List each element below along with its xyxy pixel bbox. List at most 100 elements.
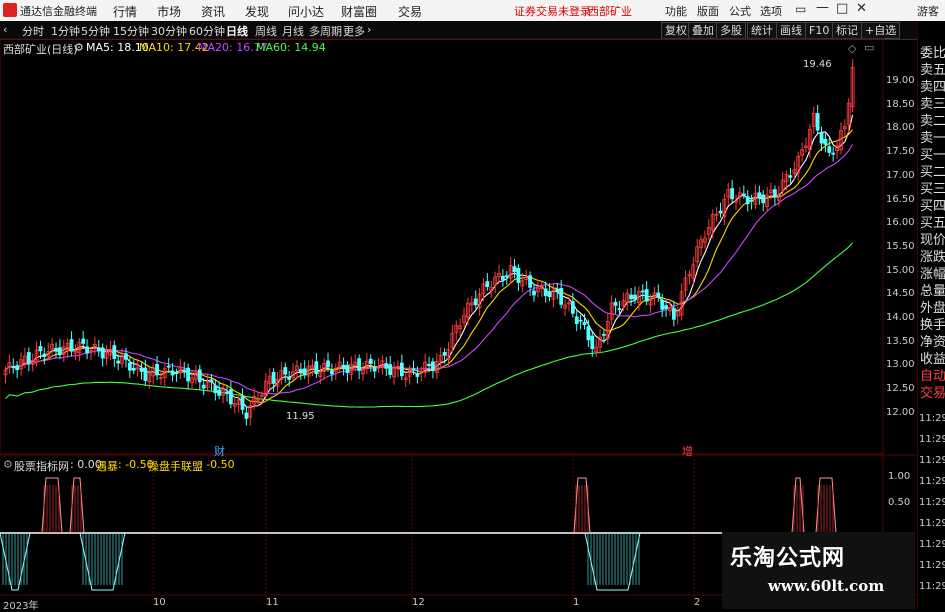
candle-body xyxy=(574,316,579,325)
candle-body xyxy=(578,319,583,322)
price-axis-label: 13.50 xyxy=(886,335,915,347)
candle-body xyxy=(384,363,389,369)
candle-body xyxy=(201,384,206,389)
candle-body xyxy=(788,175,793,178)
candle-body xyxy=(287,377,292,380)
x-label-1: 1 xyxy=(573,597,580,608)
candle-body xyxy=(757,192,762,198)
candle-body xyxy=(772,189,777,198)
osc-axis-1: 1.00 xyxy=(888,471,911,482)
candle-body xyxy=(116,360,121,364)
candle-body xyxy=(302,368,307,376)
candle-body xyxy=(570,301,575,314)
watermark-url: www.60lt.com xyxy=(768,577,885,595)
x-label-11: 11 xyxy=(266,597,279,608)
candle-body xyxy=(182,369,187,373)
osc-down-spike xyxy=(584,532,641,591)
candle-body xyxy=(228,389,233,405)
price-axis-label: 17.00 xyxy=(886,169,915,181)
candle-body xyxy=(640,290,645,293)
marker-zeng[interactable]: 增 xyxy=(682,443,693,459)
candle-body xyxy=(823,138,828,145)
candle-body xyxy=(174,372,179,375)
candle-body xyxy=(664,305,668,310)
candle-body xyxy=(314,361,319,375)
candle-body xyxy=(602,333,606,336)
candle-body xyxy=(166,365,171,368)
candle-body xyxy=(730,188,735,200)
price-axis-label: 18.00 xyxy=(886,122,915,134)
candle-body xyxy=(15,365,20,371)
candle-body xyxy=(143,367,148,381)
price-axis-label: 19.00 xyxy=(886,75,915,86)
candle-body xyxy=(112,345,117,359)
candle-body xyxy=(26,352,31,364)
candle-body xyxy=(543,288,548,296)
candle-body xyxy=(217,389,222,396)
candle-body xyxy=(85,346,90,354)
candle-body xyxy=(127,362,132,371)
candle-body xyxy=(442,352,447,356)
sidebar-time-8: 11:29 xyxy=(919,581,945,592)
sidebar-time-7: 11:29 xyxy=(919,560,945,571)
candle-body xyxy=(368,358,373,364)
price-axis-label: 14.00 xyxy=(886,312,915,323)
candle-body xyxy=(411,368,416,371)
candle-body xyxy=(582,321,587,326)
candle-body xyxy=(671,308,676,320)
candle-body xyxy=(656,292,661,298)
osc-settings-icon[interactable]: ⚙ xyxy=(3,458,13,471)
candle-body xyxy=(11,365,16,369)
high-price-label: 19.46 xyxy=(803,59,832,70)
candle-body xyxy=(415,373,420,377)
candle-body xyxy=(660,299,665,310)
candle-body xyxy=(124,353,128,360)
candle-body xyxy=(298,368,303,373)
candle-body xyxy=(69,339,74,352)
osc-axis-050: 0.50 xyxy=(888,497,911,508)
price-axis-label: 18.50 xyxy=(886,98,915,110)
sidebar-time-1: 11:29 xyxy=(919,434,945,445)
price-axis-label: 15.50 xyxy=(886,240,915,252)
candle-body xyxy=(815,113,820,131)
sidebar-item-20[interactable]: 交易 xyxy=(920,382,945,401)
candle-body xyxy=(528,275,532,288)
sidebar-time-2: 11:29 xyxy=(919,455,945,466)
x-label-10: 10 xyxy=(153,597,166,608)
candle-body xyxy=(819,132,824,144)
candle-body xyxy=(170,370,175,376)
candle-body xyxy=(240,396,245,410)
candle-body xyxy=(155,363,159,376)
watermark-title: 乐淘公式网 xyxy=(730,546,846,571)
price-axis-label: 16.50 xyxy=(886,193,915,205)
candle-body xyxy=(613,301,618,306)
candle-body xyxy=(547,291,552,298)
kline-chart[interactable] xyxy=(0,0,917,609)
osc-indicator-name: 股票指标网 xyxy=(14,460,69,473)
osc-label-2: 操盘手联盟 xyxy=(148,460,203,473)
candle-body xyxy=(512,266,517,273)
candle-body xyxy=(741,193,746,196)
osc-down-spike xyxy=(79,532,126,591)
price-axis-label: 12.00 xyxy=(886,406,915,418)
marker-cai[interactable]: 财 xyxy=(214,443,225,459)
candle-body xyxy=(718,210,723,214)
price-axis-label: 13.00 xyxy=(886,359,915,371)
candle-body xyxy=(244,412,249,419)
x-label-2023: 2023年 xyxy=(3,601,39,612)
candle-body xyxy=(213,385,218,394)
candle-body xyxy=(139,367,144,372)
price-axis-label: 16.00 xyxy=(886,217,915,229)
x-label-12: 12 xyxy=(412,597,425,608)
candle-body xyxy=(100,347,105,359)
candle-body xyxy=(271,372,276,384)
candle-body xyxy=(629,294,634,300)
candle-body xyxy=(58,347,62,356)
guest-label[interactable]: 游客 xyxy=(917,3,939,19)
candle-body xyxy=(532,290,536,296)
candle-body xyxy=(427,364,431,367)
sidebar-time-5: 11:29 xyxy=(919,518,945,529)
candle-body xyxy=(399,362,404,377)
quote-sidebar: 委比 卖五 卖四 卖三 卖二 卖一 买一 买二 买三 买四 买五 现价 涨跌 涨幅 总量 外盘 换手 净资 收益 自动… xyxy=(917,21,945,609)
sidebar-time-0: 11:29 xyxy=(919,413,945,424)
